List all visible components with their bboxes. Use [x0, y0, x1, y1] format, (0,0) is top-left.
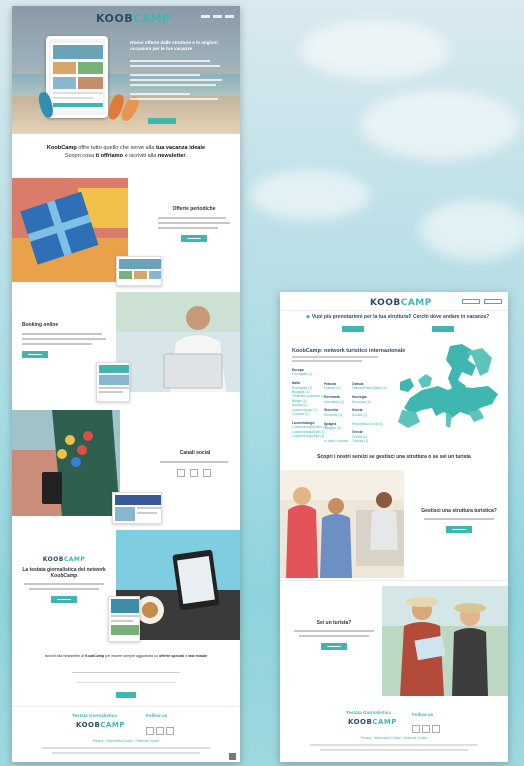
- social-section: Canali social: [12, 410, 240, 528]
- newsletter-text: Iscriviti alla Newsletter di KoobCamp pe…: [44, 654, 208, 658]
- owner-button[interactable]: [342, 326, 364, 332]
- traveller-button[interactable]: [432, 326, 454, 332]
- footer-follow-title: Follow us: [412, 712, 434, 717]
- footer-links[interactable]: Privacy · Informativa Cookie · Gestione …: [280, 736, 508, 740]
- country-link[interactable]: Lussemburgo/Alpi (1): [292, 434, 327, 438]
- intro-text: KoobCamp offre tutto quello che serve al…: [46, 145, 206, 159]
- section-title: Booking online: [22, 322, 59, 328]
- facebook-icon[interactable]: [177, 469, 185, 477]
- social-icons: [177, 469, 213, 477]
- journal-section: KOOBCAMP La testata giornalistica del ne…: [12, 530, 240, 646]
- country-link[interactable]: In tutto il mondo: [324, 439, 348, 443]
- man-laptop-photo: [116, 292, 240, 392]
- section-title: Offerte periodiche: [172, 206, 216, 212]
- europe-map: [398, 344, 498, 428]
- twitter-icon[interactable]: [190, 469, 198, 477]
- services-tagline: Scopri i nostri servizi se gestisci una …: [317, 454, 471, 460]
- footer-links[interactable]: Privacy · Informativa Cookie · Gestione …: [12, 739, 240, 743]
- logo[interactable]: KOOBCAMP: [370, 298, 432, 308]
- footer-social-icons: [146, 722, 176, 740]
- traveller-question: ● Cerchi dove andare in vacanza?: [408, 314, 490, 320]
- cloud: [250, 170, 370, 220]
- tourist-button[interactable]: [321, 643, 347, 650]
- hero-title: Ricevi offerte dalle strutture e le migl…: [130, 40, 218, 51]
- twitter-icon[interactable]: [156, 727, 164, 735]
- facebook-icon[interactable]: [146, 727, 154, 735]
- hero-text: Ricevi offerte dalle strutture e le migl…: [130, 40, 228, 100]
- country-link[interactable]: Turchia (1): [352, 439, 387, 443]
- country-link[interactable]: Repubblica Ceca (1): [352, 422, 387, 426]
- logo[interactable]: KOOBCAMP: [96, 12, 171, 25]
- journal-logo: KOOBCAMP: [42, 556, 86, 563]
- subscribe-button[interactable]: [116, 692, 136, 698]
- network-page-mockup: KOOBCAMP ◆ Vuoi più prenotazioni per la t…: [280, 292, 508, 762]
- country-link[interactable]: Olanda/Paesi Bassi (1): [352, 386, 387, 390]
- manager-question: Gestisci una struttura turistica?: [416, 508, 502, 533]
- booking-button[interactable]: [22, 351, 48, 358]
- owner-question: ◆ Vuoi più prenotazioni per la tua strutt…: [306, 314, 412, 320]
- gift-photo: [12, 178, 128, 282]
- footer: Testata Giornalistica KOOBCAMP Follow us…: [12, 706, 240, 762]
- offers-screenshot: [116, 256, 162, 286]
- header-button[interactable]: [462, 299, 480, 304]
- footer-logo[interactable]: KOOBCAMP: [348, 718, 397, 726]
- journal-screenshot: [108, 596, 140, 642]
- scroll-top-icon[interactable]: [229, 753, 236, 760]
- footer-journal-title: Testata Giornalistica: [346, 710, 391, 715]
- youtube-icon[interactable]: [166, 727, 174, 735]
- country-list-col2: Francia Francia (1) Germania Germania (1) …: [324, 382, 348, 444]
- family-photo: [280, 470, 404, 578]
- footer-follow-title: Follow us: [146, 713, 168, 718]
- section-subtitle: KoobCamp: [50, 573, 78, 579]
- offers-button[interactable]: [181, 235, 207, 242]
- network-title: KoobCamp: network turistico internaziona…: [292, 348, 406, 354]
- facebook-icon[interactable]: [412, 725, 420, 733]
- social-photo: [12, 410, 120, 516]
- booking-screenshot: [96, 362, 130, 402]
- privacy-checkbox[interactable]: [76, 682, 176, 683]
- footer: Testata Giornalistica KOOBCAMP Follow us…: [280, 704, 508, 762]
- youtube-icon[interactable]: [432, 725, 440, 733]
- hero-cta-button[interactable]: [148, 118, 176, 124]
- cloud: [420, 200, 524, 260]
- tourist-question: Sei un turista?: [292, 620, 376, 650]
- tourists-photo: [382, 586, 508, 696]
- pin-icon: ●: [408, 314, 412, 320]
- twitter-icon[interactable]: [422, 725, 430, 733]
- youtube-icon[interactable]: [203, 469, 211, 477]
- manager-button[interactable]: [446, 526, 472, 533]
- header-icons[interactable]: [201, 15, 234, 18]
- offers-section: Offerte periodiche: [12, 172, 240, 290]
- footer-logo[interactable]: KOOBCAMP: [76, 721, 125, 729]
- social-screenshot: [112, 492, 162, 524]
- email-input[interactable]: [72, 672, 180, 673]
- booking-section: Booking online: [12, 292, 240, 408]
- hero-banner: KOOBCAMP Ricevi offerte dalle strutture …: [12, 6, 240, 134]
- country-list-col3: Olanda Olanda/Paesi Bassi (1) Norvegia Nor…: [352, 382, 387, 444]
- tablet-image: [46, 36, 108, 118]
- shield-icon: ◆: [306, 314, 310, 320]
- header-button[interactable]: [484, 299, 502, 304]
- footer-journal-title: Testata Giornalistica: [72, 713, 117, 718]
- homepage-mockup: KOOBCAMP Ricevi offerte dalle strutture …: [12, 6, 240, 762]
- newsletter-section: Iscriviti alla Newsletter di KoobCamp pe…: [12, 650, 240, 704]
- country-list-col1: Europa Portogallo (1) Italia Portogallo (3…: [292, 368, 327, 439]
- cloud: [300, 20, 450, 80]
- cloud: [360, 90, 520, 160]
- section-title: Canali social: [179, 450, 211, 456]
- journal-button[interactable]: [51, 596, 77, 603]
